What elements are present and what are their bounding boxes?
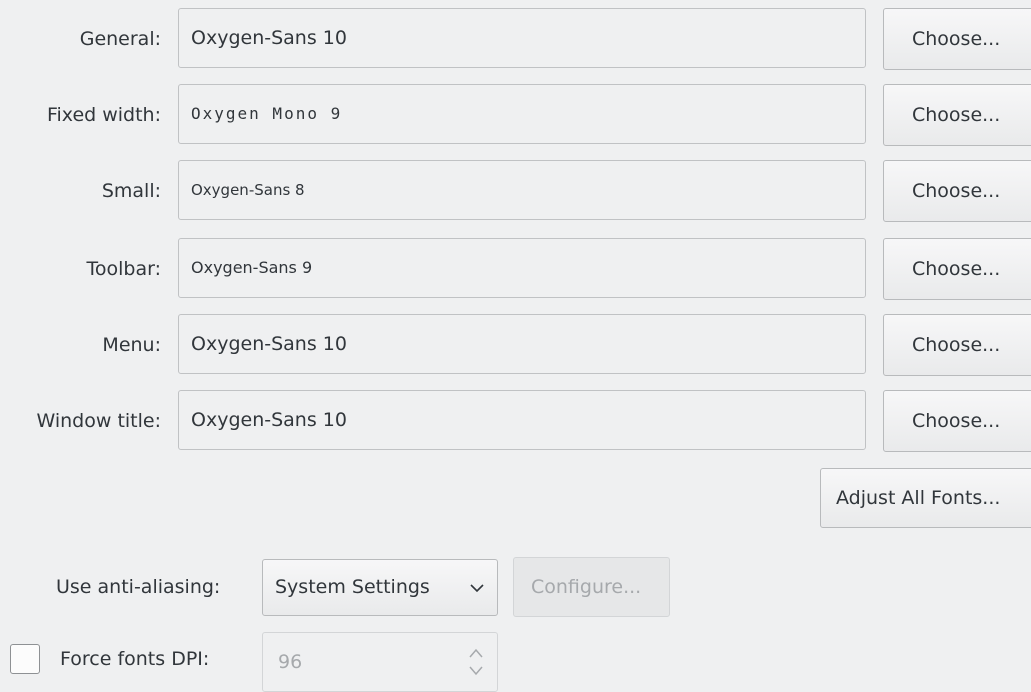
font-label-fixed-width: Fixed width: [46,104,161,126]
choose-button-toolbar[interactable]: Choose... [883,238,1031,300]
antialiasing-selected-value: System Settings [275,576,430,598]
choose-button-general[interactable]: Choose... [883,8,1031,70]
spin-arrows-icon [469,648,483,676]
font-row-window-title: Window title: Oxygen-Sans 10 Choose... [0,390,1031,452]
font-label-small: Small: [101,180,161,202]
choose-button-menu[interactable]: Choose... [883,314,1031,376]
chevron-down-icon [470,584,484,593]
force-dpi-checkbox[interactable] [10,644,40,674]
adjust-all-fonts-button[interactable]: Adjust All Fonts... [820,468,1031,528]
font-field-window-title: Oxygen-Sans 10 [178,390,866,450]
font-field-fixed-width: Oxygen Mono 9 [178,84,866,144]
force-dpi-label: Force fonts DPI: [60,648,210,670]
antialiasing-select[interactable]: System Settings [262,559,498,616]
font-row-small: Small: Oxygen-Sans 8 Choose... [0,160,1031,222]
dpi-value: 96 [278,651,303,673]
font-label-toolbar: Toolbar: [86,258,162,280]
choose-button-fixed-width[interactable]: Choose... [883,84,1031,146]
font-field-small: Oxygen-Sans 8 [178,160,866,220]
antialiasing-label: Use anti-aliasing: [56,576,221,598]
choose-button-window-title[interactable]: Choose... [883,390,1031,452]
choose-button-small[interactable]: Choose... [883,160,1031,222]
font-label-general: General: [79,28,161,50]
font-label-window-title: Window title: [36,410,161,432]
dpi-spinbox[interactable]: 96 [262,632,498,692]
font-field-general: Oxygen-Sans 10 [178,8,866,68]
font-field-menu: Oxygen-Sans 10 [178,314,866,374]
font-row-toolbar: Toolbar: Oxygen-Sans 9 Choose... [0,238,1031,300]
configure-button[interactable]: Configure... [513,557,670,617]
font-row-general: General: Oxygen-Sans 10 Choose... [0,8,1031,70]
font-label-menu: Menu: [102,334,161,356]
font-row-menu: Menu: Oxygen-Sans 10 Choose... [0,314,1031,376]
font-field-toolbar: Oxygen-Sans 9 [178,238,866,298]
font-row-fixed-width: Fixed width: Oxygen Mono 9 Choose... [0,84,1031,146]
